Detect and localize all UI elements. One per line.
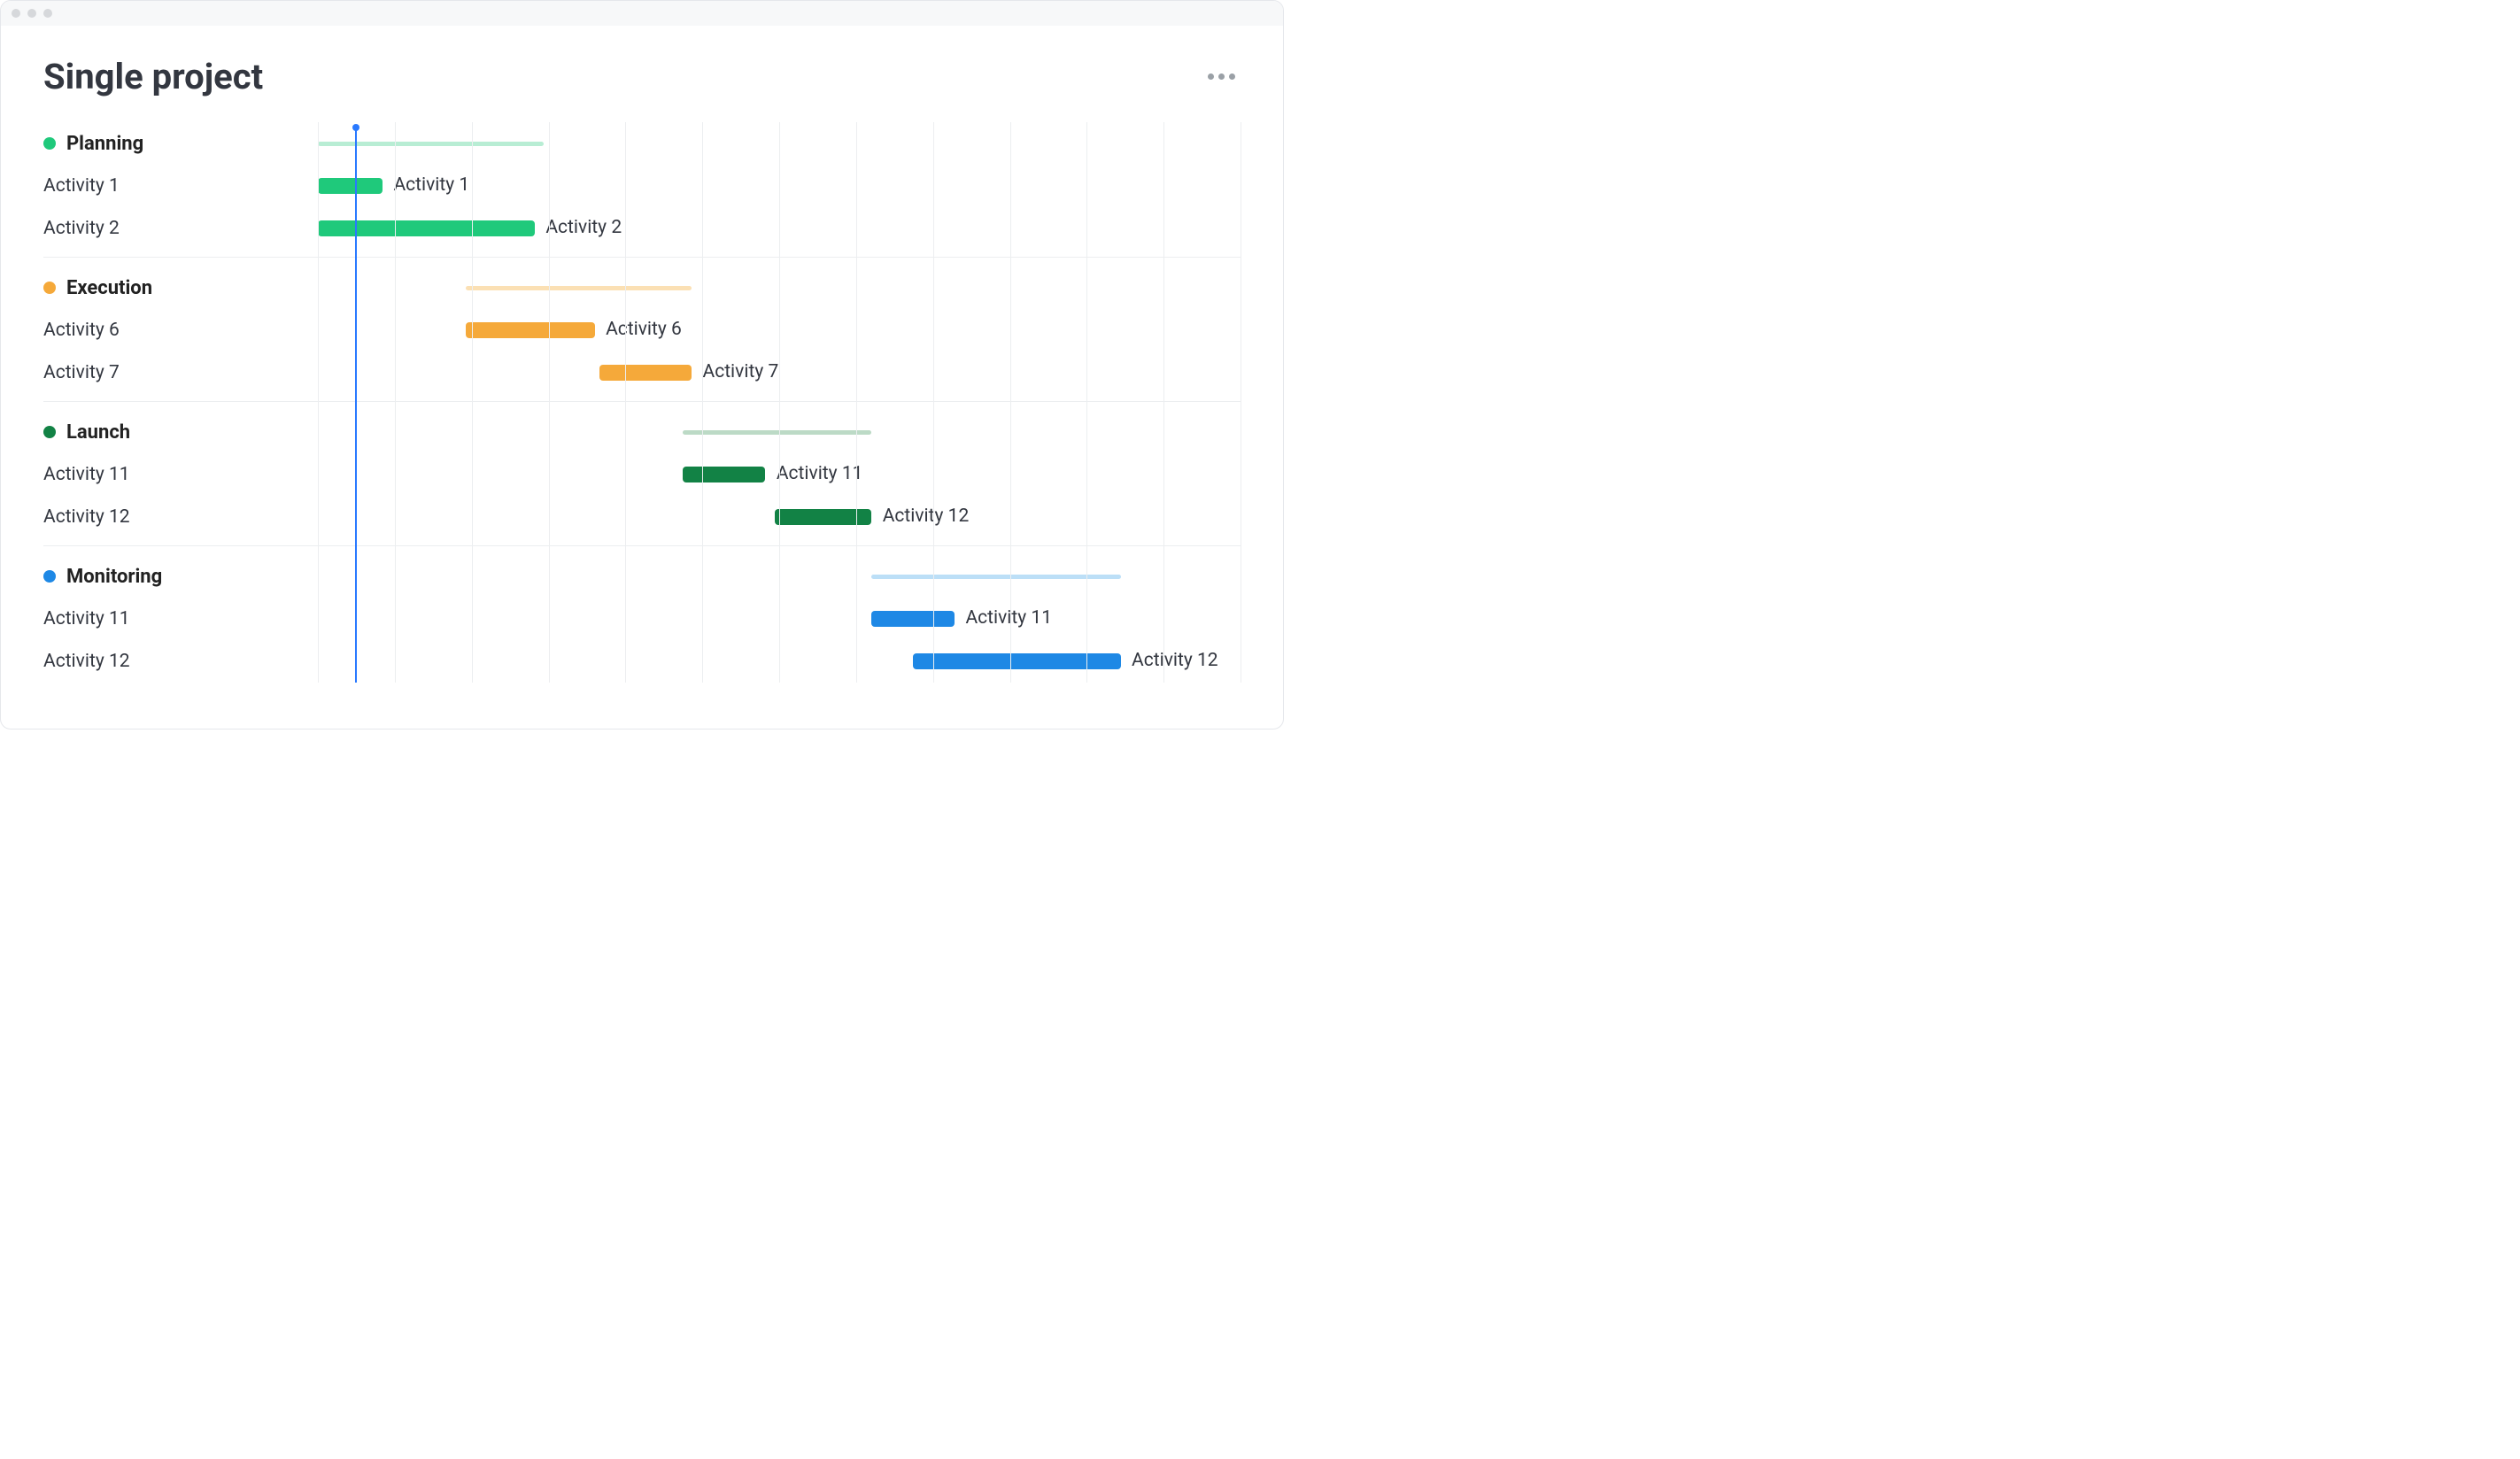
group-summary-track bbox=[318, 555, 1241, 598]
page-title: Single project bbox=[43, 56, 263, 97]
activity-bar[interactable] bbox=[318, 178, 383, 194]
activity-bar-label: Activity 7 bbox=[703, 361, 779, 382]
header-row: Single project bbox=[43, 56, 1241, 97]
window-titlebar bbox=[1, 1, 1283, 26]
group-color-dot bbox=[43, 282, 56, 294]
group-summary-track bbox=[318, 266, 1241, 309]
gantt-chart: Planning Activity 1 Activity 1 Activity … bbox=[43, 122, 1241, 683]
group-summary-track bbox=[318, 411, 1241, 453]
content-area: Single project Planning Activity 1 bbox=[1, 26, 1283, 683]
group-name: Execution bbox=[66, 277, 152, 299]
group-color-dot bbox=[43, 137, 56, 150]
activity-bar[interactable] bbox=[599, 365, 692, 381]
activity-track: Activity 11 bbox=[318, 453, 1241, 496]
group-label-monitoring[interactable]: Monitoring bbox=[43, 555, 318, 598]
traffic-light-zoom[interactable] bbox=[43, 9, 52, 18]
activity-label[interactable]: Activity 12 bbox=[43, 496, 318, 538]
activity-label[interactable]: Activity 11 bbox=[43, 598, 318, 640]
activity-track: Activity 11 bbox=[318, 598, 1241, 640]
activity-bar[interactable] bbox=[318, 220, 535, 236]
group-name: Planning bbox=[66, 133, 143, 155]
activity-bar-label: Activity 11 bbox=[965, 607, 1052, 629]
group-summary-bar[interactable] bbox=[871, 575, 1120, 579]
activity-bar[interactable] bbox=[871, 611, 955, 627]
activity-track: Activity 12 bbox=[318, 496, 1241, 538]
more-dots-icon bbox=[1229, 73, 1235, 80]
activity-bar-label: Activity 1 bbox=[393, 174, 469, 196]
group-label-planning[interactable]: Planning bbox=[43, 122, 318, 165]
group-label-launch[interactable]: Launch bbox=[43, 411, 318, 453]
more-dots-icon bbox=[1218, 73, 1225, 80]
group-label-execution[interactable]: Execution bbox=[43, 266, 318, 309]
activity-label[interactable]: Activity 12 bbox=[43, 640, 318, 683]
activity-bar[interactable] bbox=[466, 322, 595, 338]
group-color-dot bbox=[43, 426, 56, 438]
activity-bar-label: Activity 12 bbox=[1132, 650, 1218, 671]
activity-track: Activity 7 bbox=[318, 351, 1241, 394]
activity-label[interactable]: Activity 1 bbox=[43, 165, 318, 207]
activity-bar[interactable] bbox=[775, 509, 871, 525]
activity-label[interactable]: Activity 11 bbox=[43, 453, 318, 496]
activity-bar[interactable] bbox=[683, 467, 766, 482]
activity-track: Activity 6 bbox=[318, 309, 1241, 351]
activity-label[interactable]: Activity 2 bbox=[43, 207, 318, 250]
group-separator bbox=[43, 545, 1241, 546]
group-name: Monitoring bbox=[66, 566, 162, 588]
app-window: Single project Planning Activity 1 bbox=[0, 0, 1284, 730]
activity-label[interactable]: Activity 7 bbox=[43, 351, 318, 394]
activity-track: Activity 12 bbox=[318, 640, 1241, 683]
traffic-light-minimize[interactable] bbox=[27, 9, 36, 18]
activity-bar-label: Activity 12 bbox=[883, 506, 970, 527]
group-summary-bar[interactable] bbox=[318, 142, 544, 146]
group-separator bbox=[43, 401, 1241, 402]
activity-bar[interactable] bbox=[913, 653, 1120, 669]
more-options-button[interactable] bbox=[1202, 68, 1241, 85]
group-color-dot bbox=[43, 570, 56, 583]
activity-bar-label: Activity 2 bbox=[545, 217, 622, 238]
activity-bar-label: Activity 11 bbox=[777, 463, 863, 484]
more-dots-icon bbox=[1208, 73, 1214, 80]
group-name: Launch bbox=[66, 421, 130, 444]
group-summary-bar[interactable] bbox=[466, 286, 692, 290]
activity-track: Activity 1 bbox=[318, 165, 1241, 207]
activity-label[interactable]: Activity 6 bbox=[43, 309, 318, 351]
group-summary-track bbox=[318, 122, 1241, 165]
activity-bar-label: Activity 6 bbox=[606, 319, 682, 340]
group-separator bbox=[43, 257, 1241, 258]
traffic-light-close[interactable] bbox=[12, 9, 20, 18]
group-summary-bar[interactable] bbox=[683, 430, 872, 435]
activity-track: Activity 2 bbox=[318, 207, 1241, 250]
